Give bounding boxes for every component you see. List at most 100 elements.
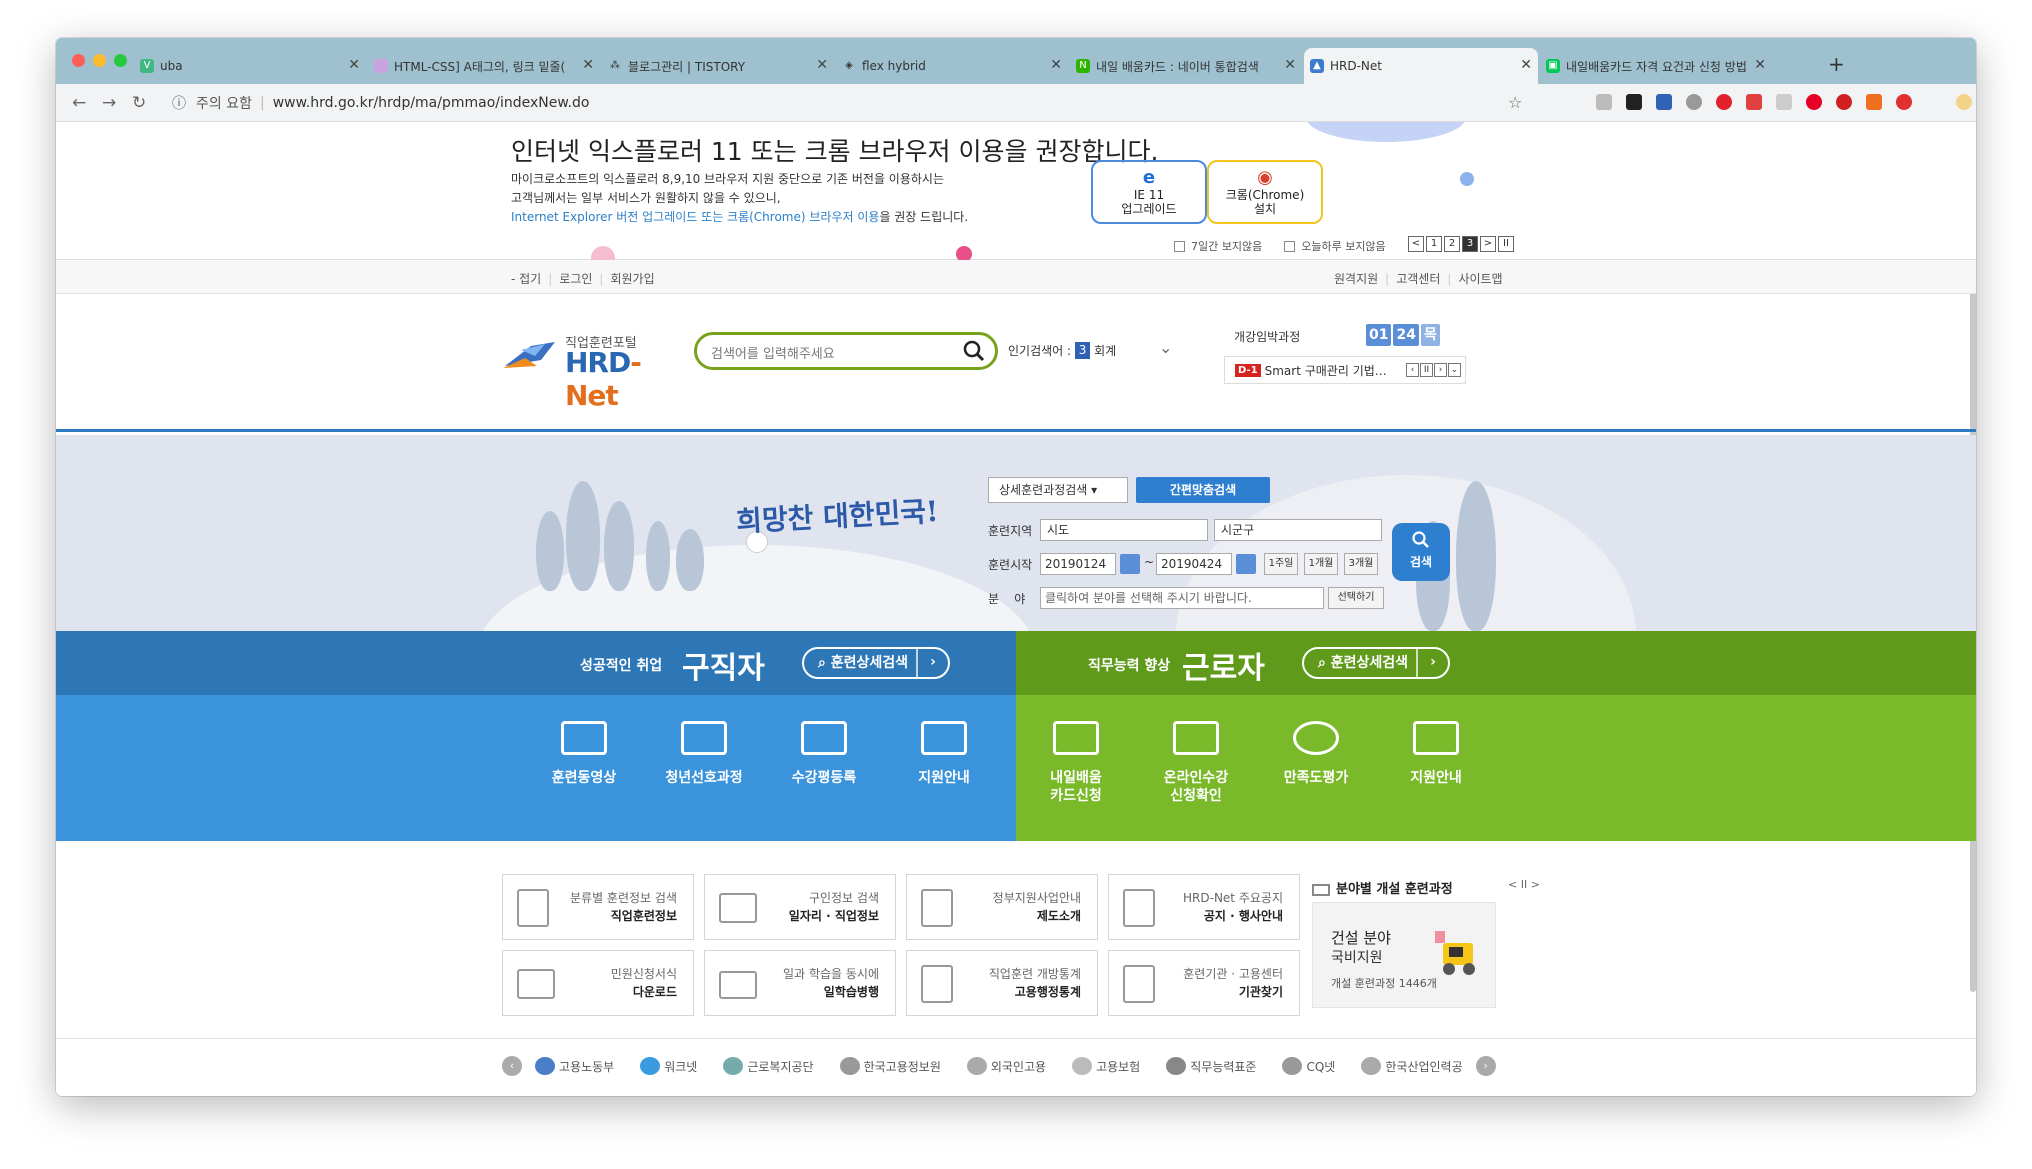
tab-flex-hybrid[interactable]: ◈ flex hybrid ✕ xyxy=(836,48,1068,84)
satisfaction-link[interactable]: 만족도평가 xyxy=(1256,721,1376,787)
region-sigungu-select[interactable]: 시군구 xyxy=(1214,519,1382,541)
review-register-link[interactable]: 수강평등록 xyxy=(764,721,884,787)
jobseeker-detail-search-button[interactable]: ⌕ 훈련상세검색 › xyxy=(802,647,950,679)
ie-upgrade-button[interactable]: e IE 11 업그레이드 xyxy=(1091,160,1207,224)
online-check-link[interactable]: 온라인수강 신청확인 xyxy=(1136,721,1256,805)
tab-naver[interactable]: N 내일 배움카드 : 네이버 통합검색 ✕ xyxy=(1070,48,1302,84)
remote-support-link[interactable]: 원격지원 xyxy=(1334,272,1378,286)
card-apply-link[interactable]: 내일배움 카드신청 xyxy=(1016,721,1136,805)
tab-hrd-net[interactable]: ▲ HRD-Net ✕ xyxy=(1304,48,1538,84)
period-3month-button[interactable]: 3개월 xyxy=(1344,553,1378,575)
banner-search-button[interactable]: 검색 xyxy=(1392,523,1450,581)
partner-link[interactable]: 직무능력표준 xyxy=(1166,1057,1256,1075)
calendar-icon[interactable] xyxy=(1120,554,1140,574)
worker-detail-search-button[interactable]: ⌕ 훈련상세검색 › xyxy=(1302,647,1450,679)
signup-link[interactable]: 회원가입 xyxy=(610,272,654,286)
pager-3[interactable]: 3 xyxy=(1462,236,1478,252)
profile-avatar[interactable] xyxy=(1956,94,1972,110)
easy-search-button[interactable]: 간편맞춤검색 xyxy=(1136,477,1270,503)
partner-link[interactable]: 한국산업인력공 xyxy=(1361,1057,1463,1075)
new-tab-button[interactable]: + xyxy=(1828,52,1845,76)
partner-link[interactable]: 근로복지공단 xyxy=(723,1057,814,1075)
ticker-more-icon[interactable]: ⌄ xyxy=(1448,363,1461,377)
shortcut-forms[interactable]: 민원신청서식 다운로드 xyxy=(502,950,694,1016)
pager-1[interactable]: 1 xyxy=(1426,236,1442,252)
support-guide-link[interactable]: 지원안내 xyxy=(884,721,1004,787)
youth-course-link[interactable]: 청년선호과정 xyxy=(644,721,764,787)
pager-pause[interactable]: II xyxy=(1498,236,1514,252)
ticker-prev-icon[interactable]: ‹ xyxy=(1406,363,1419,377)
tab-uba[interactable]: Vuba ✕ xyxy=(134,48,366,84)
pager-2[interactable]: 2 xyxy=(1444,236,1460,252)
training-video-link[interactable]: 훈련동영상 xyxy=(524,721,644,787)
close-tab-icon[interactable]: ✕ xyxy=(582,57,594,73)
close-tab-icon[interactable]: ✕ xyxy=(1050,57,1062,73)
extension-icon[interactable] xyxy=(1656,94,1672,110)
url-field[interactable]: ⓘ 주의 요함 | www.hrd.go.kr/hrdp/ma/pmmao/in… xyxy=(166,89,1586,117)
partner-link[interactable]: 고용노동부 xyxy=(535,1057,614,1075)
extension-icon[interactable] xyxy=(1866,94,1882,110)
close-tab-icon[interactable]: ✕ xyxy=(1754,57,1766,73)
bookmark-star-icon[interactable]: ☆ xyxy=(1508,93,1522,112)
shortcut-gov-support[interactable]: 정부지원사업안내 제도소개 xyxy=(906,874,1098,940)
course-ticker[interactable]: D-1 Smart 구매관리 기법… ‹ II › ⌄ xyxy=(1224,356,1466,384)
partner-link[interactable]: 워크넷 xyxy=(640,1057,697,1075)
period-1week-button[interactable]: 1주일 xyxy=(1264,553,1298,575)
tab-blog[interactable]: ▣ 내일배움카드 자격 요건과 신청 방법 ✕ xyxy=(1540,48,1772,84)
close-tab-icon[interactable]: ✕ xyxy=(348,57,360,73)
region-sido-select[interactable]: 시도 xyxy=(1040,519,1208,541)
close-tab-icon[interactable]: ✕ xyxy=(816,57,828,73)
sitemap-link[interactable]: 사이트맵 xyxy=(1458,272,1502,286)
partners-next-icon[interactable]: › xyxy=(1475,1056,1496,1076)
customer-center-link[interactable]: 고객센터 xyxy=(1396,272,1440,286)
back-icon[interactable]: ← xyxy=(72,93,86,113)
collapse-link[interactable]: - 접기 xyxy=(511,272,541,286)
chevron-down-icon[interactable]: ⌄ xyxy=(1159,338,1172,357)
worker-support-link[interactable]: 지원안내 xyxy=(1376,721,1496,787)
tab-html-css[interactable]: HTML-CSS] A태그의, 링크 밑줄(✕ xyxy=(368,48,600,84)
extension-icon[interactable] xyxy=(1836,94,1852,110)
popular-word[interactable]: 회계 xyxy=(1094,342,1116,359)
shortcut-statistics[interactable]: 직업훈련 개방통계 고용행정통계 xyxy=(906,950,1098,1016)
search-input[interactable]: 검색어를 입력해주세요 xyxy=(711,343,835,362)
opera-icon[interactable] xyxy=(1716,94,1732,110)
close-tab-icon[interactable]: ✕ xyxy=(1284,57,1296,73)
period-1month-button[interactable]: 1개월 xyxy=(1304,553,1338,575)
forward-icon[interactable]: → xyxy=(102,93,116,113)
shortcut-training-info[interactable]: 분류별 훈련정보 검색 직업훈련정보 xyxy=(502,874,694,940)
maximize-window-button[interactable] xyxy=(114,54,127,67)
ticker-text[interactable]: Smart 구매관리 기법… xyxy=(1265,362,1387,379)
pager-next[interactable]: > xyxy=(1480,236,1496,252)
shortcut-work-learning[interactable]: 일과 학습을 동시에 일학습병행 xyxy=(704,950,896,1016)
extension-icon[interactable] xyxy=(1776,94,1792,110)
partners-prev-icon[interactable]: ‹ xyxy=(502,1056,522,1076)
field-course-controls[interactable]: < II > xyxy=(1508,878,1540,891)
info-icon[interactable]: ⓘ xyxy=(172,93,186,113)
hrd-net-logo[interactable]: 직업훈련포털 HRD-Net xyxy=(501,328,671,412)
partner-link[interactable]: 고용보험 xyxy=(1072,1057,1140,1075)
hide-today-checkbox[interactable] xyxy=(1284,240,1296,252)
calendar-icon[interactable] xyxy=(1236,554,1256,574)
extension-icon[interactable] xyxy=(1626,94,1642,110)
partner-link[interactable]: 한국고용정보원 xyxy=(839,1057,941,1075)
ticker-pause-icon[interactable]: II xyxy=(1420,363,1433,377)
close-tab-icon[interactable]: ✕ xyxy=(1520,57,1532,73)
date-from-input[interactable]: 20190124 xyxy=(1040,553,1116,575)
search-icon[interactable] xyxy=(963,340,985,362)
extension-icon[interactable] xyxy=(1596,94,1612,110)
extension-icon[interactable] xyxy=(1746,94,1762,110)
hide-7days-checkbox[interactable] xyxy=(1174,240,1185,252)
shortcut-find-institution[interactable]: 훈련기관 · 고용센터 기관찾기 xyxy=(1108,950,1300,1016)
notice-link[interactable]: Internet Explorer 버전 업그레이드 또는 크롬(Chrome)… xyxy=(511,210,879,224)
detail-search-select[interactable]: 상세훈련과정검색 ▾ xyxy=(988,477,1128,503)
shortcut-notice[interactable]: HRD-Net 주요공지 공지 · 행사안내 xyxy=(1108,874,1300,940)
ticker-next-icon[interactable]: › xyxy=(1434,363,1447,377)
field-input[interactable]: 클릭하여 분야를 선택해 주시기 바랍니다. xyxy=(1040,587,1324,609)
field-select-button[interactable]: 선택하기 xyxy=(1328,587,1384,609)
block-icon[interactable] xyxy=(1896,94,1912,110)
date-to-input[interactable]: 20190424 xyxy=(1156,553,1232,575)
pager-prev[interactable]: < xyxy=(1408,236,1424,252)
close-window-button[interactable] xyxy=(72,54,85,67)
chrome-install-button[interactable]: ◉ 크롬(Chrome) 설치 xyxy=(1207,160,1323,224)
field-course-card[interactable]: 건설 분야 국비지원 개설 훈련과정 1446개 xyxy=(1312,902,1496,1008)
